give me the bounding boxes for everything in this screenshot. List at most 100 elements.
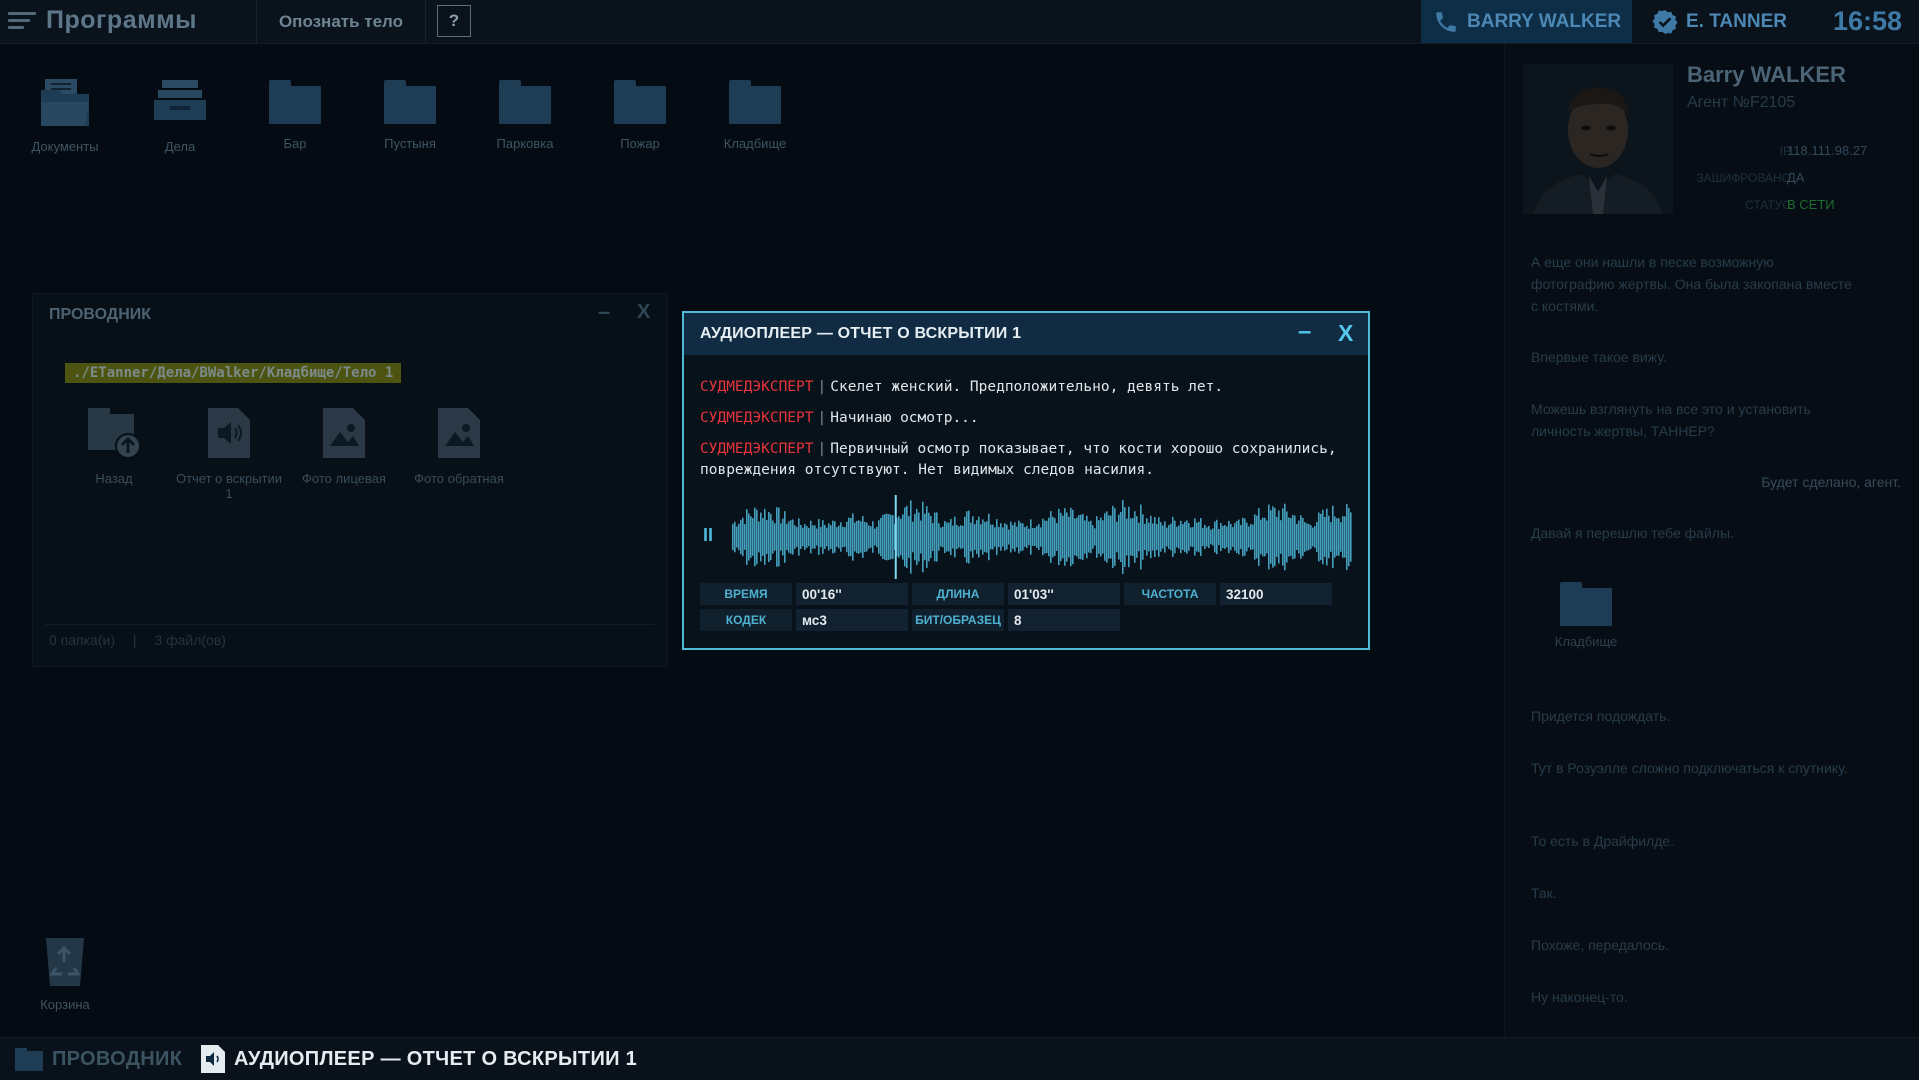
- chat-message: Ну наконец-то.: [1531, 989, 1628, 1005]
- speaker-label: СУДМЕДЭКСПЕРТ: [700, 441, 814, 457]
- chat-message: Придется подождать.: [1531, 708, 1671, 724]
- back-folder-icon: [88, 408, 141, 459]
- speaker-label: СУДМЕДЭКСПЕРТ: [700, 410, 814, 426]
- desktop-icon-label: Корзина: [40, 997, 90, 1012]
- info-key-ip: IP: [1779, 144, 1791, 158]
- folder-icon: [269, 80, 321, 124]
- desktop-icon-desert[interactable]: Пустыня: [360, 80, 460, 151]
- playhead[interactable]: [894, 495, 897, 579]
- file-label: Фото лицевая: [302, 471, 386, 486]
- close-button[interactable]: X: [637, 301, 650, 324]
- call-contact-tab[interactable]: BARRY WALKER: [1421, 0, 1632, 43]
- chat-message: Впервые такое вижу.: [1531, 349, 1667, 365]
- programs-menu-label[interactable]: Программы: [46, 6, 197, 35]
- file-tray-icon: [154, 80, 206, 120]
- badge-check-icon: [1652, 9, 1678, 34]
- transcript-text: Начинаю осмотр...: [830, 410, 979, 426]
- taskbar-item-audio-player[interactable]: АУДИОПЛЕЕР — ОТЧЕТ О ВСКРЫТИИ 1: [200, 1038, 637, 1080]
- info-value-ip: 118.111.98.27: [1787, 143, 1868, 158]
- audio-waveform[interactable]: [730, 495, 1354, 579]
- taskbar-label: ПРОВОДНИК: [52, 1047, 183, 1070]
- minimize-button[interactable]: –: [598, 299, 610, 325]
- folder-count: 0 папка(и): [49, 632, 115, 648]
- desktop-icon-label: Пустыня: [384, 136, 436, 151]
- pause-button[interactable]: II: [703, 525, 713, 546]
- desktop-icon-label: Пожар: [620, 136, 660, 151]
- window-title: ПРОВОДНИК: [49, 306, 152, 323]
- waveform-bars: [732, 499, 1352, 575]
- contact-name: Barry WALKER: [1687, 62, 1846, 87]
- contact-agent-number: Агент №F2105: [1687, 94, 1796, 111]
- chat-message: Тут в Розуэлле сложно подключаться к спу…: [1531, 760, 1848, 776]
- file-item-photo-front[interactable]: Фото лицевая: [289, 406, 399, 486]
- transcript-text: Скелет женский. Предположительно, девять…: [830, 379, 1224, 395]
- top-bar: Программы Опознать тело ? BARRY WALKER E…: [0, 0, 1919, 44]
- desktop-icon-label: Дела: [164, 139, 196, 154]
- folder-icon: [1560, 582, 1612, 626]
- chat-message: То есть в Драйфилде.: [1531, 833, 1675, 849]
- chat-message: Так.: [1531, 885, 1557, 901]
- file-item-autopsy-report[interactable]: Отчет о вскрытии 1: [174, 406, 284, 501]
- transcript-line: СУДМЕДЭКСПЕРТ | Первичный осмотр показывае…: [700, 439, 1350, 481]
- window-header[interactable]: АУДИОПЛЕЕР — ОТЧЕТ О ВСКРЫТИИ 1 – X: [684, 313, 1368, 355]
- file-item-photo-back[interactable]: Фото обратная: [404, 406, 514, 486]
- length-value: 01'03'': [1008, 583, 1120, 605]
- menu-icon[interactable]: [8, 10, 38, 32]
- desktop-icon-documents[interactable]: Документы: [15, 76, 115, 154]
- desktop-icon-cases[interactable]: Дела: [130, 76, 230, 154]
- status-separator: |: [132, 632, 137, 648]
- length-label: ДЛИНА: [912, 583, 1004, 605]
- desktop-icon-trash[interactable]: Корзина: [15, 934, 115, 1012]
- transcript-line: СУДМЕДЭКСПЕРТ | Скелет женский. Предположи…: [700, 377, 1350, 398]
- chat-message: А еще они нашли в песке возможную фотогр…: [1531, 254, 1852, 314]
- speaker-separator: |: [817, 410, 827, 426]
- speaker-separator: |: [817, 379, 827, 395]
- portrait-image: [1523, 64, 1673, 214]
- open-folder-icon: [41, 79, 89, 126]
- contact-avatar: [1523, 64, 1673, 214]
- status-divider: [45, 624, 655, 625]
- explorer-status-bar: 0 папка(и) | 3 файл(ов): [49, 632, 226, 648]
- desktop-icon-label: Бар: [283, 136, 307, 151]
- file-label: Отчет о вскрытии 1: [175, 471, 283, 501]
- file-label: Фото обратная: [414, 471, 504, 486]
- chat-message-own: Будет сделано, агент.: [1761, 474, 1901, 490]
- info-value-encrypted: ДА: [1787, 170, 1805, 185]
- desktop-icon-parking[interactable]: Парковка: [475, 80, 575, 151]
- clock: 16:58: [1833, 6, 1903, 36]
- identify-body-tab[interactable]: Опознать тело: [256, 0, 426, 43]
- desktop-icon-cemetery[interactable]: Кладбище: [705, 80, 805, 151]
- chat-message: Можешь взглянуть на все это и установить…: [1531, 401, 1811, 439]
- desktop-icon-label: Документы: [31, 139, 99, 154]
- file-item-back[interactable]: Назад: [59, 406, 169, 486]
- phone-icon: [1436, 11, 1456, 32]
- chat-message: Давай я перешлю тебе файлы.: [1531, 525, 1734, 541]
- taskbar: ПРОВОДНИК АУДИОПЛЕЕР — ОТЧЕТ О ВСКРЫТИИ …: [0, 1037, 1919, 1080]
- agent-name: E. TANNER: [1686, 10, 1787, 32]
- minimize-button[interactable]: –: [1298, 318, 1311, 346]
- bits-per-sample-value: 8: [1008, 609, 1120, 631]
- agent-profile-tab[interactable]: E. TANNER: [1652, 0, 1822, 43]
- speaker-separator: |: [817, 441, 827, 457]
- frequency-value: 32100: [1220, 583, 1332, 605]
- audio-meta-row: ВРЕМЯ 00'16'' ДЛИНА 01'03'' ЧАСТОТА 3210…: [700, 583, 1332, 605]
- taskbar-item-explorer[interactable]: ПРОВОДНИК: [14, 1038, 182, 1080]
- speaker-label: СУДМЕДЭКСПЕРТ: [700, 379, 814, 395]
- attachment-label: Кладбище: [1554, 634, 1618, 649]
- chat-attachment-folder[interactable]: Кладбище: [1541, 582, 1631, 649]
- audio-player-window: АУДИОПЛЕЕР — ОТЧЕТ О ВСКРЫТИИ 1 – X СУДМ…: [682, 311, 1370, 650]
- image-file-icon: [323, 408, 365, 458]
- taskbar-label: АУДИОПЛЕЕР — ОТЧЕТ О ВСКРЫТИИ 1: [234, 1047, 638, 1070]
- help-button[interactable]: ?: [437, 5, 471, 37]
- desktop-icon-label: Кладбище: [723, 136, 787, 151]
- call-contact-name: BARRY WALKER: [1467, 10, 1622, 32]
- desktop-icon-bar[interactable]: Бар: [245, 80, 345, 151]
- info-key-encrypted: ЗАШИФРОВАНО: [1696, 171, 1791, 185]
- folder-icon: [499, 80, 551, 124]
- path-breadcrumb: ./ETanner/Дела/BWalker/Кладбище/Тело 1: [65, 363, 402, 383]
- contact-panel: Barry WALKER Агент №F2105 IP 118.111.98.…: [1504, 44, 1919, 1037]
- audio-file-icon: [208, 408, 250, 458]
- audio-file-icon: [201, 1045, 225, 1073]
- desktop-icon-fire[interactable]: Пожар: [590, 80, 690, 151]
- close-button[interactable]: X: [1338, 320, 1353, 347]
